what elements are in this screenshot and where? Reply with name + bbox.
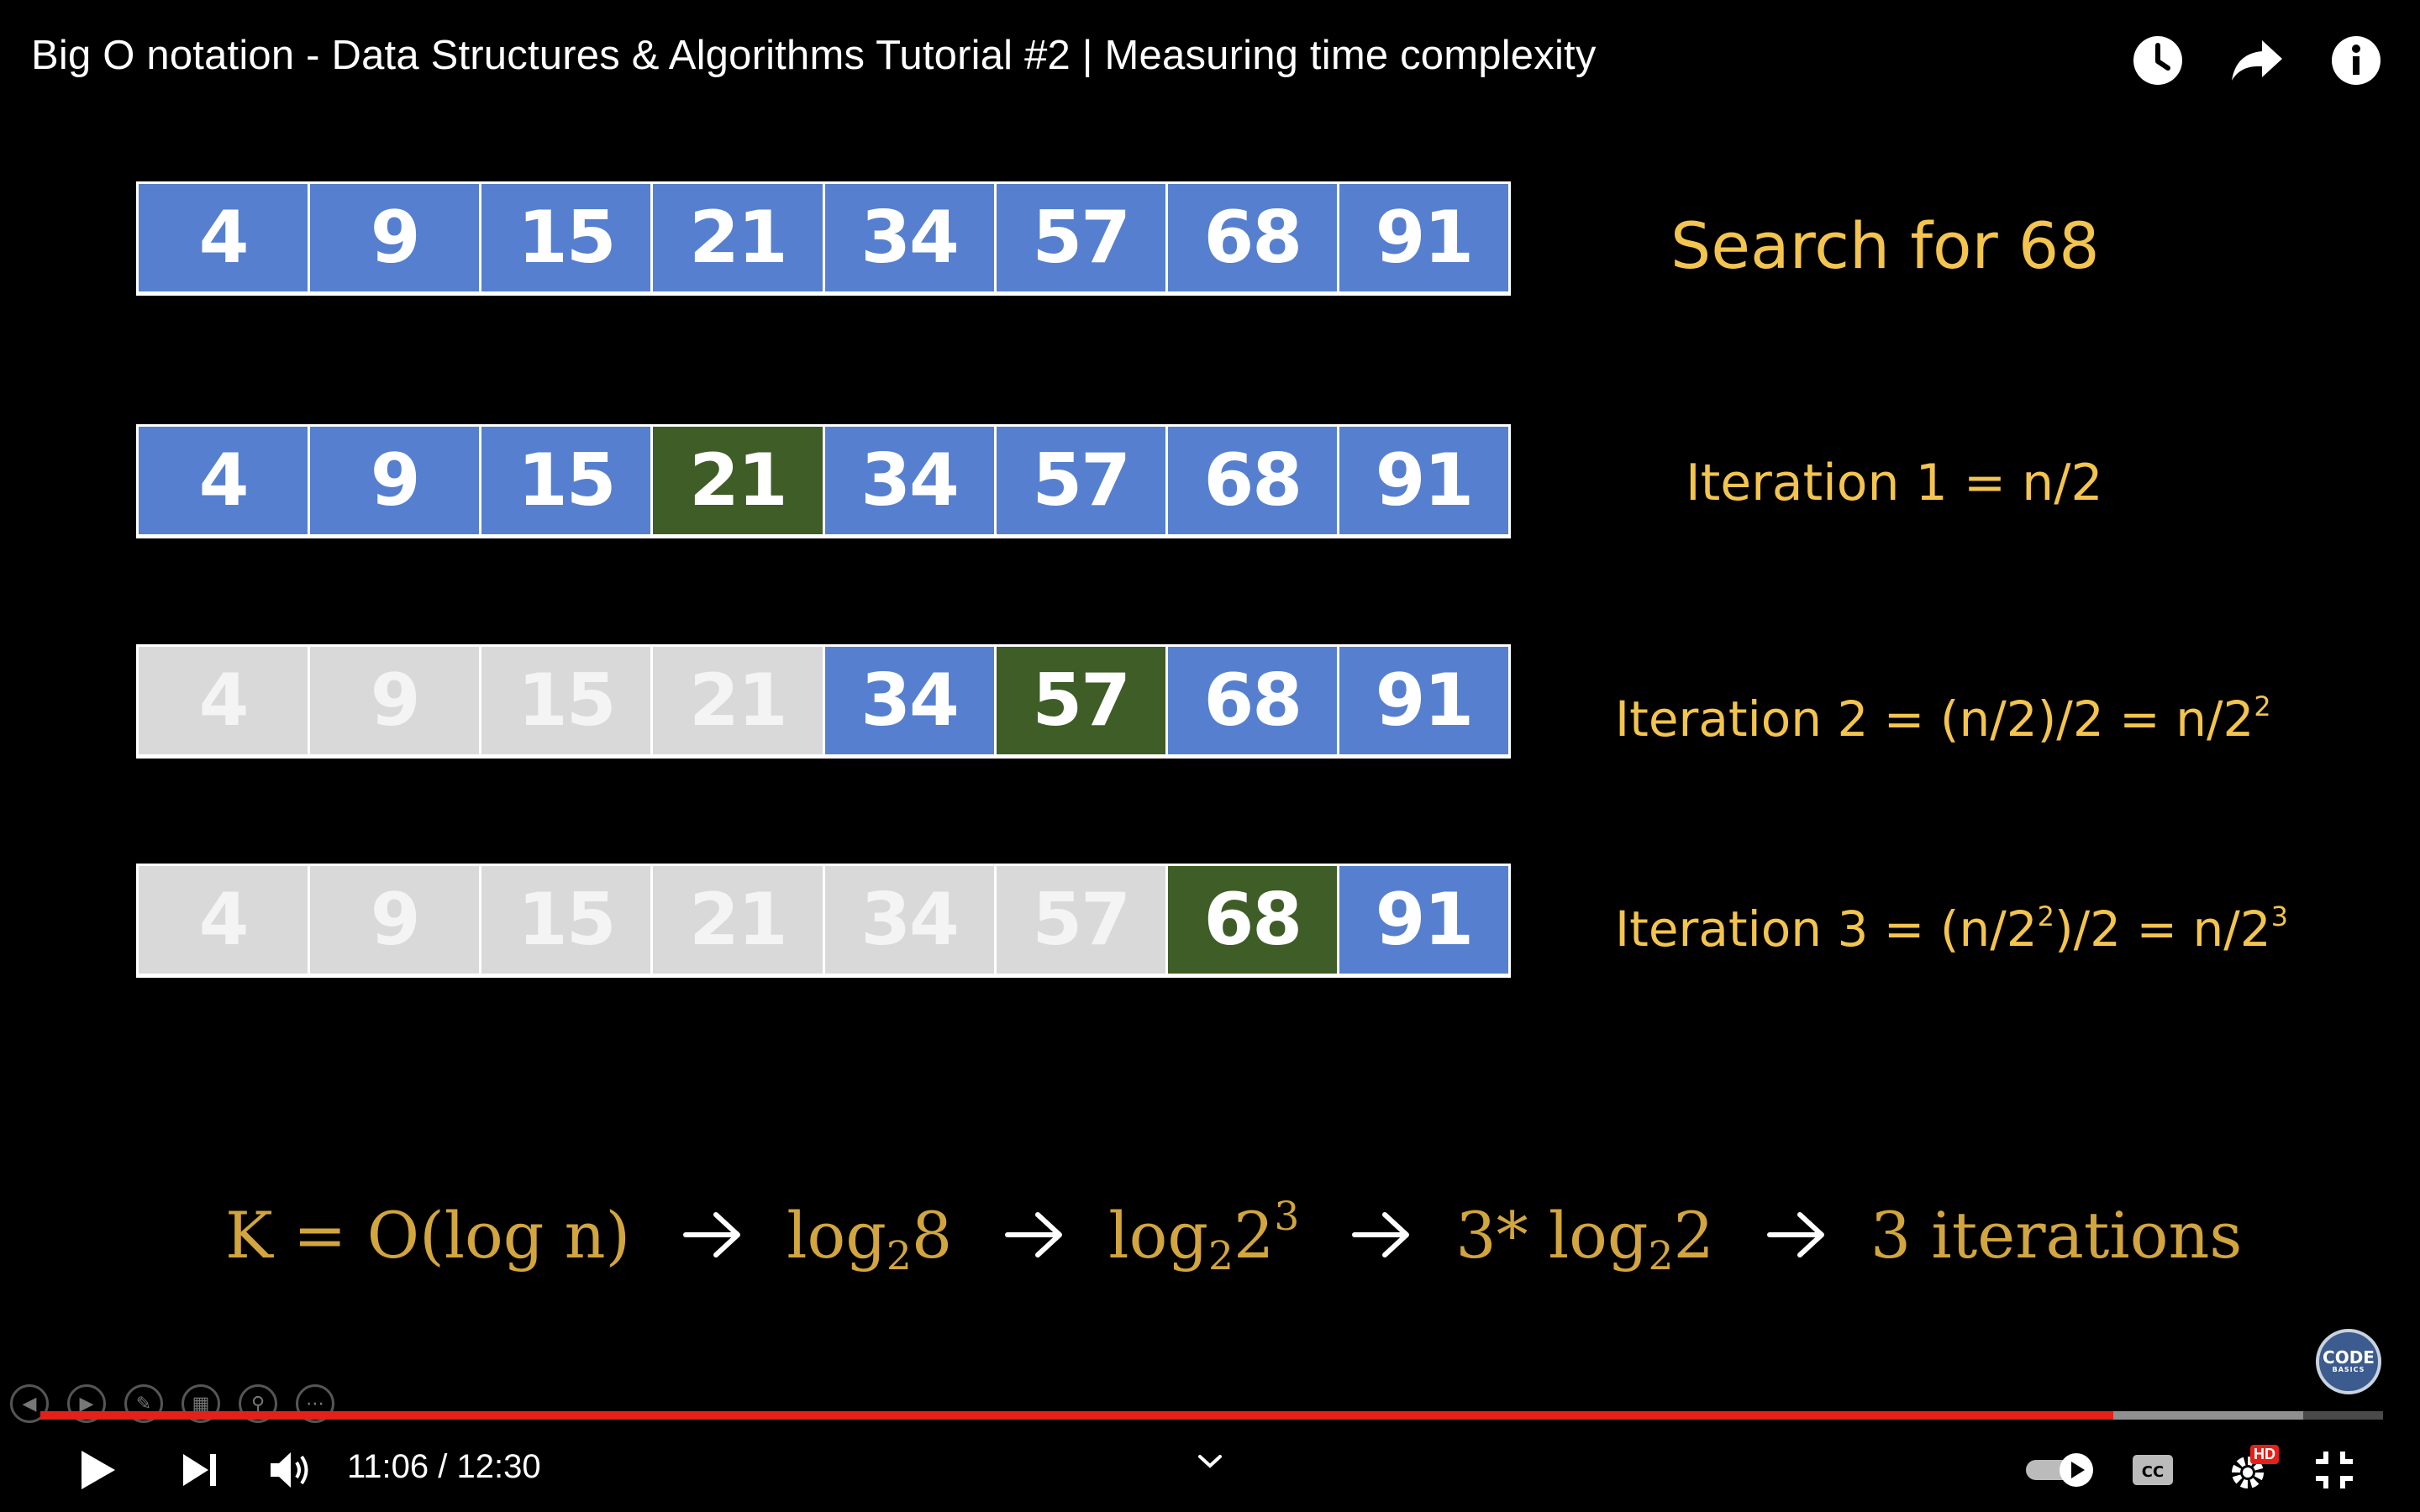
right-arrow-icon [1766,1212,1824,1257]
formula-term-result: 3 iterations [1870,1197,2243,1273]
array-cell: 57 [996,647,1165,754]
autoplay-toggle-icon [2026,1453,2093,1487]
iteration-1-label: Iteration 1 = n/2 [1686,454,2103,512]
search-label: Search for 68 [1670,208,2100,283]
top-icon-bar [2128,30,2386,91]
array-cell: 91 [1339,647,1508,754]
array-cell: 21 [653,866,823,974]
array-cell: 15 [481,427,651,534]
array-cell: 68 [1167,866,1337,974]
right-arrow-icon [1352,1212,1410,1257]
array-cell: 57 [996,427,1165,534]
subtitles-button[interactable]: CC [2126,1443,2180,1497]
progress-played [40,1411,2114,1420]
watch-later-icon[interactable] [2128,30,2188,91]
array-row-iteration-1: 4 9 15 21 34 57 68 91 [136,424,1511,538]
array-cell: 4 [139,647,308,754]
array-cell: 9 [310,866,480,974]
progress-bar[interactable] [40,1411,2383,1420]
array-cell: 21 [653,427,823,534]
array-row-iteration-2: 4 9 15 21 34 57 68 91 [136,644,1511,759]
array-cell: 68 [1167,184,1337,291]
exit-fullscreen-icon [2316,1452,2353,1488]
array-cell: 91 [1339,184,1508,291]
array-row-initial: 4 9 15 21 34 57 68 91 [136,181,1511,296]
array-cell: 34 [824,184,994,291]
exit-fullscreen-button[interactable] [2307,1443,2361,1497]
hd-badge: HD [2250,1445,2279,1464]
share-icon[interactable] [2227,30,2287,91]
array-cell: 57 [996,184,1165,291]
formula-term-three-log: 3* log22 [1455,1197,1714,1279]
play-button[interactable] [71,1443,124,1497]
right-arrow-icon [1005,1212,1063,1257]
array-cell: 9 [310,184,480,291]
array-cell: 34 [824,647,994,754]
array-cell: 9 [310,647,480,754]
array-cell: 91 [1339,866,1508,974]
array-cell: 91 [1339,427,1508,534]
volume-icon [271,1452,308,1488]
array-row-iteration-3: 4 9 15 21 34 57 68 91 [136,864,1511,978]
time-display: 11:06 / 12:30 [347,1448,541,1485]
player-controls: 11:06 / 12:30 CC HD [0,1428,2420,1512]
chevron-down-icon [1198,1455,1222,1468]
iteration-3-label: Iteration 3 = (n/22)/2 = n/23 [1615,900,2289,958]
array-cell: 21 [653,184,823,291]
complexity-formula: K = O(log n) log28 log223 3* log22 3 ite… [225,1193,2242,1277]
right-arrow-icon [683,1212,741,1257]
formula-term-log8: log28 [786,1197,953,1279]
array-cell: 68 [1167,427,1337,534]
array-cell: 34 [824,866,994,974]
play-icon [82,1451,115,1489]
array-cell: 15 [481,184,651,291]
channel-logo[interactable]: CODE BASICS [2316,1329,2381,1394]
video-title: Big O notation - Data Structures & Algor… [31,33,1597,78]
array-cell: 4 [139,866,308,974]
formula-term-log2-cubed: log223 [1108,1193,1300,1279]
autoplay-toggle[interactable] [2023,1443,2099,1497]
array-cell: 15 [481,647,651,754]
cc-icon: CC [2133,1455,2173,1485]
next-button[interactable] [173,1443,227,1497]
svg-text:CC: CC [2142,1463,2164,1481]
array-cell: 34 [824,427,994,534]
array-cell: 4 [139,184,308,291]
array-cell: 4 [139,427,308,534]
array-cell: 21 [653,647,823,754]
settings-button[interactable]: HD [2218,1443,2282,1497]
array-cell: 15 [481,866,651,974]
info-icon[interactable] [2326,30,2386,91]
array-cell: 57 [996,866,1165,974]
chevron-down-button[interactable] [1183,1435,1237,1488]
iteration-2-label: Iteration 2 = (n/2)/2 = n/22 [1615,690,2271,748]
array-cell: 68 [1167,647,1337,754]
array-cell: 9 [310,427,480,534]
volume-button[interactable] [264,1443,318,1497]
formula-term-k: K = O(log n) [225,1197,631,1273]
next-icon [183,1454,216,1486]
